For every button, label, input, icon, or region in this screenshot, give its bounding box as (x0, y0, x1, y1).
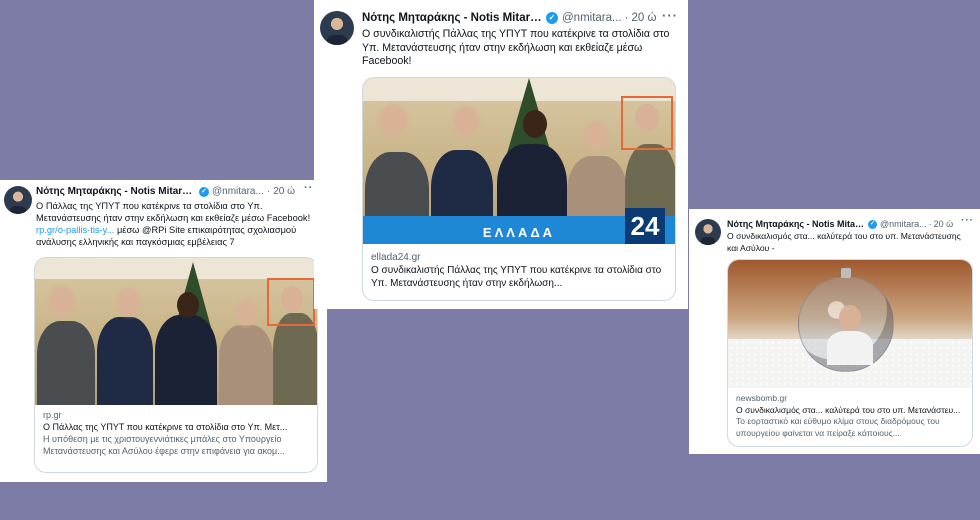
card-image[interactable] (728, 260, 972, 388)
link-card[interactable]: newsbomb.gr Ο συνδικαλισμός στα... καλύτ… (727, 259, 973, 447)
tweet-link[interactable]: rp.gr/o-pallis-tis-y... (36, 225, 114, 235)
tweet-text: Ο συνδικαλισμός στα... καλύτερά του στο … (727, 231, 961, 253)
separator-dot: · (624, 12, 629, 24)
timestamp[interactable]: 20 ώ (631, 12, 656, 24)
card-image[interactable]: ΕΛΛΑΔΑ 24 (363, 78, 675, 244)
verified-badge-icon: ✓ (868, 219, 877, 229)
tweet-text: Ο συνδικαλιστής Πάλλας της ΥΠΥΤ που κατέ… (362, 28, 670, 67)
card-description: Η υπόθεση με τις χριστουγεννιάτικες μπάλ… (43, 434, 285, 456)
card-domain[interactable]: rp.gr (43, 409, 309, 421)
ellada24-logo: 24 (625, 208, 665, 244)
author-handle[interactable]: @nmitara... (880, 219, 927, 229)
tweet-text-plain: Ο Πάλλας της ΥΠΥΤ που κατέκρινε τα στολί… (36, 201, 311, 223)
avatar[interactable] (4, 186, 32, 214)
highlight-box (621, 96, 673, 150)
timestamp[interactable]: 20 ώ (934, 219, 954, 229)
tweet-rp[interactable]: Νότης Μηταράκης - Notis Mitara... ✓ @nmi… (0, 180, 327, 482)
highlight-box (267, 278, 315, 326)
card-title[interactable]: Ο Πάλλας της ΥΠΥΤ που κατέκρινε τα στολί… (43, 421, 309, 433)
author-handle[interactable]: @nmitara... (212, 186, 264, 197)
ellada24-banner: ΕΛΛΑΔΑ 24 (363, 208, 675, 244)
link-card[interactable]: ΕΛΛΑΔΑ 24 ellada24.gr Ο συνδικαλιστής Πά… (362, 77, 676, 301)
avatar[interactable] (320, 11, 354, 45)
more-options-icon[interactable]: ··· (961, 215, 974, 226)
verified-badge-icon: ✓ (199, 186, 209, 197)
more-options-icon[interactable]: ··· (662, 8, 678, 23)
card-domain[interactable]: ellada24.gr (371, 251, 667, 264)
link-card[interactable]: rp.gr Ο Πάλλας της ΥΠΥΤ που κατέκρινε τα… (34, 257, 318, 473)
separator-dot: · (266, 186, 271, 197)
separator-dot: · (928, 219, 932, 229)
christmas-ornament (798, 276, 894, 372)
tweet-ellada24[interactable]: Νότης Μηταράκης - Notis Mitara... ✓ @nmi… (314, 0, 688, 309)
author-name[interactable]: Νότης Μηταράκης - Notis Mitara... (36, 186, 196, 197)
tweet-text: Ο Πάλλας της ΥΠΥΤ που κατέκρινε τα στολί… (36, 200, 316, 248)
author-handle[interactable]: @nmitara... (562, 12, 622, 24)
card-domain[interactable]: newsbomb.gr (736, 393, 964, 405)
card-image[interactable] (35, 258, 317, 405)
verified-badge-icon: ✓ (546, 12, 558, 24)
card-description: Το εορταστικό και εύθυμο κλίμα στους δια… (736, 416, 940, 438)
card-title[interactable]: Ο συνδικαλισμός στα... καλύτερά του στο … (736, 405, 964, 417)
author-name[interactable]: Νότης Μηταράκης - Notis Mitara... (362, 12, 542, 24)
author-name[interactable]: Νότης Μηταράκης - Notis Mitara... (727, 219, 865, 229)
card-title[interactable]: Ο συνδικαλιστής Πάλλας της ΥΠΥΤ που κατέ… (371, 264, 667, 292)
timestamp[interactable]: 20 ώ (273, 186, 295, 197)
avatar[interactable] (695, 219, 721, 245)
banner-text: ΕΛΛΑΔΑ (482, 225, 556, 240)
tweet-newsbomb[interactable]: Νότης Μηταράκης - Notis Mitara... ✓ @nmi… (689, 209, 980, 454)
